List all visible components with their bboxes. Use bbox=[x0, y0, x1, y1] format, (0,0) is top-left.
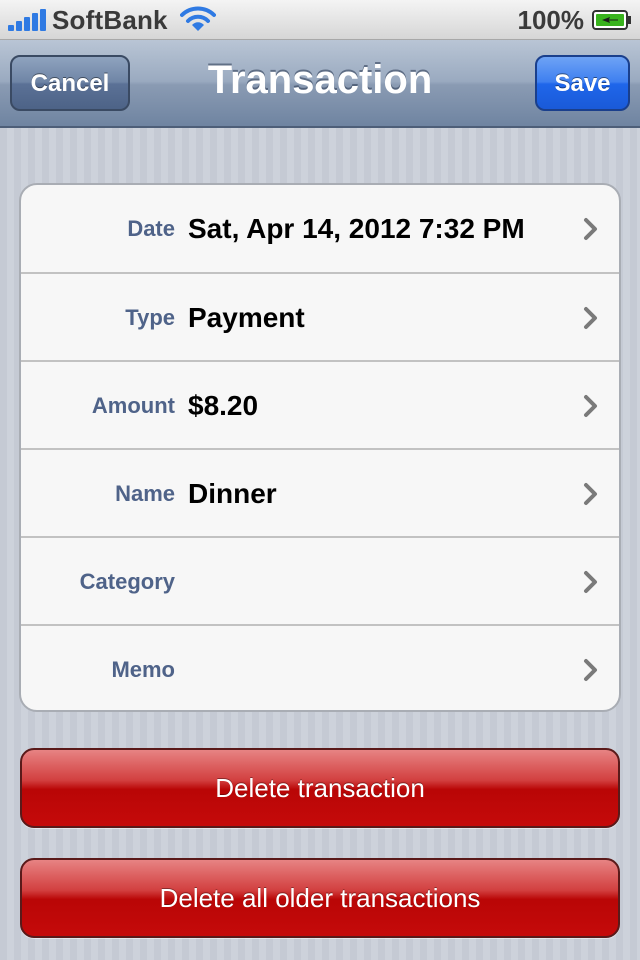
name-label: Name bbox=[115, 481, 175, 506]
category-label: Category bbox=[79, 569, 175, 594]
amount-value: $8.20 bbox=[188, 390, 259, 421]
chevron-right-icon bbox=[584, 218, 597, 240]
delete-older-transactions-button[interactable]: Delete all older transactions bbox=[20, 858, 620, 938]
name-value: Dinner bbox=[188, 478, 277, 509]
type-row[interactable]: Type Payment bbox=[21, 272, 619, 360]
chevron-right-icon bbox=[584, 571, 597, 593]
battery-percentage: 100% bbox=[517, 5, 585, 35]
carrier-name: SoftBank bbox=[52, 5, 168, 35]
type-value: Payment bbox=[188, 302, 305, 333]
navigation-bar: Cancel Transaction Save bbox=[0, 40, 640, 128]
type-label: Type bbox=[125, 305, 175, 330]
memo-label: Memo bbox=[111, 657, 175, 682]
amount-label: Amount bbox=[91, 393, 175, 418]
name-row[interactable]: Name Dinner bbox=[21, 448, 619, 536]
wifi-icon bbox=[180, 6, 216, 31]
save-button[interactable]: Save bbox=[535, 55, 630, 111]
date-value: Sat, Apr 14, 2012 7:32 PM bbox=[188, 213, 525, 244]
status-bar: SoftBank 100% bbox=[0, 0, 640, 40]
battery-charging-icon bbox=[592, 10, 631, 30]
category-row[interactable]: Category bbox=[21, 536, 619, 624]
chevron-right-icon bbox=[584, 659, 597, 681]
signal-icon bbox=[8, 9, 48, 31]
chevron-right-icon bbox=[584, 395, 597, 417]
delete-transaction-button[interactable]: Delete transaction bbox=[20, 748, 620, 828]
date-label: Date bbox=[127, 216, 175, 241]
chevron-right-icon bbox=[584, 483, 597, 505]
date-row[interactable]: Date Sat, Apr 14, 2012 7:32 PM bbox=[21, 185, 619, 273]
amount-row[interactable]: Amount $8.20 bbox=[21, 360, 619, 448]
transaction-fields-table: Date Sat, Apr 14, 2012 7:32 PM Type Paym… bbox=[19, 183, 621, 712]
memo-row[interactable]: Memo bbox=[21, 624, 619, 710]
chevron-right-icon bbox=[584, 307, 597, 329]
